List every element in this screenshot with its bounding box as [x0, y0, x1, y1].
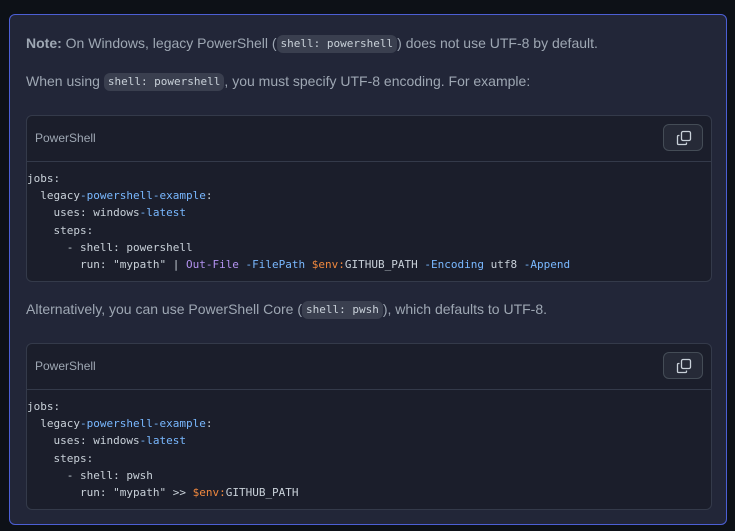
code-content: jobs: legacy-powershell-example: uses: w…: [27, 400, 299, 500]
copy-button[interactable]: [663, 124, 703, 151]
language-label: PowerShell: [35, 359, 96, 373]
inline-code: shell: powershell: [103, 73, 225, 91]
copy-button[interactable]: [663, 352, 703, 379]
copy-icon: [676, 358, 692, 374]
inline-code: shell: pwsh: [301, 301, 383, 319]
note-paragraph-3: Alternatively, you can use PowerShell Co…: [26, 301, 548, 319]
code-block-2: PowerShell jobs: legacy-powershell-examp…: [26, 343, 712, 510]
language-label: PowerShell: [35, 131, 96, 145]
code-content: jobs: legacy-powershell-example: uses: w…: [27, 172, 571, 272]
note-callout: Note: On Windows, legacy PowerShell (she…: [9, 14, 727, 525]
note-paragraph-1: Note: On Windows, legacy PowerShell (she…: [26, 35, 598, 53]
code-header: PowerShell: [27, 116, 711, 162]
note-paragraph-2: When using shell: powershell, you must s…: [26, 73, 531, 91]
code-block-1: PowerShell jobs: legacy-powershell-examp…: [26, 115, 712, 282]
note-label: Note:: [26, 35, 62, 51]
inline-code: shell: powershell: [276, 35, 398, 53]
code-header: PowerShell: [27, 344, 711, 390]
copy-icon: [676, 130, 692, 146]
